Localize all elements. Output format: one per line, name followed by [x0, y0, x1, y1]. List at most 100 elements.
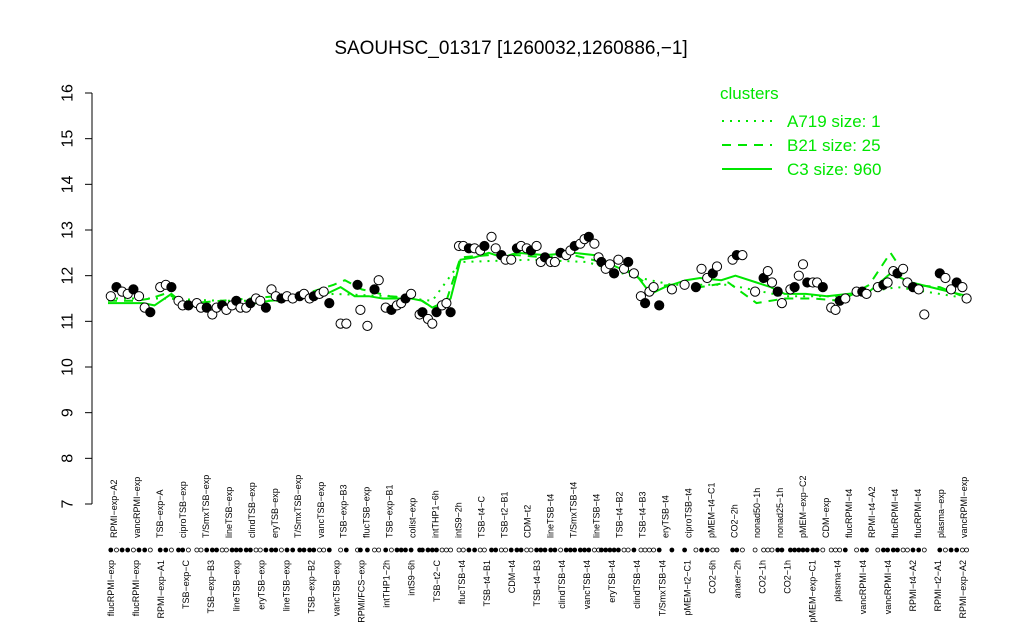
rug-marker [147, 547, 153, 553]
category-label-top: vancRPMI−exp [132, 477, 142, 538]
rug-marker [394, 547, 400, 553]
rug-marker [800, 547, 806, 553]
rug-marker [631, 547, 637, 553]
rug-marker [563, 547, 569, 553]
rug-marker [558, 547, 563, 553]
data-point [940, 272, 951, 284]
rug-marker [233, 547, 239, 553]
category-label-bottom: clindTSB−t4 [557, 560, 567, 609]
rug-marker [814, 547, 820, 553]
rug-marker [810, 547, 816, 553]
rug-marker [921, 547, 927, 553]
data-point [260, 302, 271, 313]
data-point [654, 300, 665, 311]
rug-marker [429, 547, 435, 553]
rug-marker [290, 547, 296, 553]
y-tick-label: 15 [60, 130, 77, 148]
data-point [690, 282, 702, 293]
category-label-bottom: flucRPMI−exp [131, 560, 141, 616]
rug-marker [439, 547, 445, 553]
category-label-bottom: TSB−t2−C [432, 560, 442, 603]
rug-marker [769, 547, 775, 553]
rug-marker [130, 547, 136, 553]
category-label-bottom: CO2−1h [758, 560, 768, 594]
rug-marker [466, 547, 472, 553]
category-label-bottom: vancTSB−t4 [582, 560, 592, 609]
rug-marker [638, 547, 644, 553]
category-label-top: T/SmxTSB−t4 [569, 482, 579, 538]
rug-marker [704, 547, 710, 553]
category-label-bottom: T/SmxTSB−t4 [657, 560, 667, 616]
y-tick-label: 14 [60, 175, 77, 193]
y-tick-label: 11 [60, 313, 77, 330]
rug-marker [269, 547, 274, 553]
legend-title: clusters [720, 84, 779, 103]
category-label-top: vancTSB−exp [316, 482, 326, 538]
data-point [183, 300, 194, 311]
category-label-top: eryTSB−exp [270, 488, 280, 538]
category-label-top: T/SmxTSB−exp [293, 475, 303, 538]
category-label-bottom: flucTSB−t4 [457, 560, 467, 604]
rug-marker [434, 547, 439, 553]
rug-marker [278, 547, 284, 553]
rug-marker [881, 547, 886, 553]
data-point [355, 304, 366, 315]
data-point [766, 277, 778, 288]
data-point [166, 282, 177, 293]
category-label-top: CDM−t2 [523, 505, 533, 538]
data-point [711, 261, 723, 272]
rug-marker [477, 547, 483, 553]
data-point [830, 304, 841, 315]
rug-marker [311, 547, 317, 553]
rug-marker [730, 547, 735, 553]
category-label-top: nonad25−1h [775, 488, 785, 538]
rug-marker [219, 547, 225, 553]
data-point [362, 320, 373, 331]
rug-marker [568, 547, 573, 553]
rug-marker [357, 547, 363, 553]
rug-marker [820, 547, 826, 553]
rug-marker [752, 547, 758, 553]
category-label-top: TSB−t4−C [477, 495, 487, 538]
category-label-top: lineTSB−t4 [591, 494, 601, 538]
rug-marker [180, 547, 186, 553]
category-label-bottom: TSB−exp−B2 [307, 560, 317, 614]
rug-marker [548, 547, 554, 553]
category-label-top: ciproTSB−t4 [683, 488, 693, 538]
data-point [369, 284, 380, 295]
rug-marker [775, 547, 781, 553]
rug-marker [247, 547, 253, 553]
rug-marker [108, 547, 114, 553]
category-label-bottom: CO2−1h [783, 560, 793, 594]
rug-marker [301, 547, 307, 553]
data-point [506, 254, 517, 265]
category-dots [108, 547, 969, 553]
rug-marker [503, 547, 509, 553]
rug-marker [592, 547, 597, 553]
rug-marker [910, 547, 916, 553]
rug-marker [238, 547, 243, 553]
rug-marker [740, 547, 745, 553]
rug-marker [425, 547, 431, 553]
category-label-top: RPMI−exp−A2 [109, 479, 119, 538]
data-point [105, 291, 116, 302]
rug-marker [577, 547, 583, 553]
rug-marker [552, 547, 558, 553]
rug-marker [364, 547, 370, 553]
rug-marker [682, 547, 687, 553]
rug-marker [669, 547, 675, 553]
rug-marker [157, 547, 163, 553]
data-point [861, 288, 872, 299]
chart-root: SAOUHSC_01317 [1260032,1260886,−1] 7 8 9 10… [0, 0, 1024, 640]
category-label-bottom: lineTSB−exp [281, 560, 291, 611]
category-label-bottom: clindTSB−t4 [632, 560, 642, 609]
rug-marker [611, 547, 617, 553]
rug-marker [542, 547, 548, 553]
chart-title: SAOUHSC_01317 [1260032,1260886,−1] [334, 38, 687, 59]
data-point [589, 238, 600, 249]
rug-marker [508, 547, 514, 553]
category-label-bottom: plasma−t4 [833, 560, 843, 602]
category-label-bottom: anaer−2h [733, 560, 743, 598]
category-label-top: TSB−exp−A [155, 489, 165, 538]
rug-marker [528, 547, 534, 553]
